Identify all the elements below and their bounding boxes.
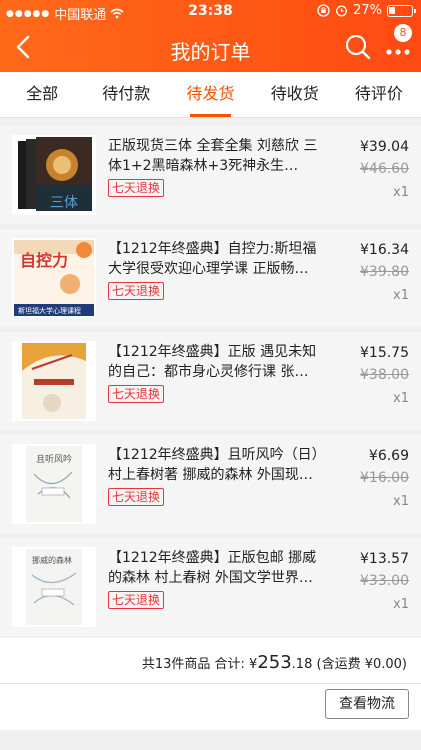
product-title: 【1212年终盛典】自控力:斯坦福大学很受欢迎心理学课 正版畅… [108, 241, 317, 277]
tab-pending-review[interactable]: 待评价 [337, 72, 421, 117]
header-bar: ●●●●● 中国联通 23:38 27% 我的订单 8 [0, 0, 421, 72]
product-image: 且听风吟 [12, 444, 96, 524]
yujian-cover-image [12, 341, 96, 421]
product-quantity: x1 [393, 185, 409, 200]
total-amount-decimal: .18 [291, 657, 313, 672]
rotation-lock-icon [317, 4, 330, 17]
product-image: 自控力 斯坦福大学心理课程 [12, 238, 96, 318]
view-logistics-button[interactable]: 查看物流 [325, 689, 409, 719]
total-amount-integer: 253 [257, 652, 292, 673]
zikongli-cover-image: 自控力 斯坦福大学心理课程 [12, 238, 96, 318]
bottom-spacer [0, 730, 421, 750]
product-price: ¥39.04 [360, 139, 409, 155]
message-count-badge: 8 [394, 24, 412, 42]
product-quantity: x1 [393, 391, 409, 406]
product-title: 【1212年终盛典】正版 遇见未知的自己：都市身心灵修行课 张… [108, 344, 317, 380]
product-title: 【1212年终盛典】正版包邮 挪威的森林 村上春树 外国文学世界… [108, 550, 317, 586]
item-count-text: 共13件商品 合计: [141, 657, 245, 672]
order-actions: 查看物流 [0, 684, 421, 730]
original-price: ¥39.80 [360, 264, 409, 280]
tab-all[interactable]: 全部 [0, 72, 84, 117]
battery-percent: 27% [353, 3, 382, 18]
product-price: ¥6.69 [368, 448, 409, 464]
tab-pending-receipt[interactable]: 待收货 [253, 72, 337, 117]
seven-day-return-tag: 七天退换 [108, 488, 165, 506]
search-icon[interactable] [344, 33, 372, 61]
order-tabs: 全部 待付款 待发货 待收货 待评价 [0, 72, 421, 118]
original-price: ¥46.60 [360, 161, 409, 177]
original-price: ¥38.00 [360, 367, 409, 383]
nav-bar: 我的订单 8 [0, 24, 421, 72]
product-quantity: x1 [393, 288, 409, 303]
nuowei-cover-image: 挪威的森林 [12, 547, 96, 627]
product-price: ¥16.34 [360, 242, 409, 258]
order-item[interactable]: 挪威的森林 【1212年终盛典】正版包邮 挪威的森林 村上春树 外国文学世界… … [0, 538, 421, 636]
product-image: 三体 [12, 135, 96, 215]
santi-cover-image: 三体 [12, 135, 96, 215]
product-title: 【1212年终盛典】且听风吟（日）村上春树著 挪威的森林 外国现… [108, 447, 326, 483]
cover-title-text: 挪威的森林 [32, 555, 72, 565]
seven-day-return-tag: 七天退换 [108, 179, 165, 197]
svg-text:三体: 三体 [50, 195, 78, 211]
product-quantity: x1 [393, 494, 409, 509]
seven-day-return-tag: 七天退换 [108, 282, 165, 300]
order-item[interactable]: 自控力 斯坦福大学心理课程 【1212年终盛典】自控力:斯坦福大学很受欢迎心理学… [0, 229, 421, 327]
tab-pending-payment[interactable]: 待付款 [84, 72, 168, 117]
shipping-fee-text: (含运费 ¥0.00) [316, 657, 408, 672]
order-item[interactable]: 【1212年终盛典】正版 遇见未知的自己：都市身心灵修行课 张… 七天退换 ¥1… [0, 332, 421, 430]
cover-title-text: 且听风吟 [36, 453, 72, 465]
tab-pending-shipment[interactable]: 待发货 [168, 72, 252, 117]
qietingfengyin-cover-image: 且听风吟 [12, 444, 96, 524]
order-summary: 共13件商品 合计: ¥253.18 (含运费 ¥0.00) [0, 638, 421, 684]
seven-day-return-tag: 七天退换 [108, 591, 165, 609]
cover-subtitle-text: 斯坦福大学心理课程 [18, 306, 81, 315]
cover-title-text: 自控力 [20, 251, 68, 270]
order-item[interactable]: 且听风吟 【1212年终盛典】且听风吟（日）村上春树著 挪威的森林 外国现… 七… [0, 435, 421, 533]
product-title: 正版现货三体 全套全集 刘慈欣 三体1+2黑暗森林+3死神永生… [108, 138, 318, 174]
product-price: ¥15.75 [360, 345, 409, 361]
seven-day-return-tag: 七天退换 [108, 385, 165, 403]
alarm-icon [336, 5, 348, 17]
order-item[interactable]: 三体 正版现货三体 全套全集 刘慈欣 三体1+2黑暗森林+3死神永生… 七天退换… [0, 126, 421, 224]
battery-icon [387, 4, 416, 17]
product-image [12, 341, 96, 421]
product-image: 挪威的森林 [12, 547, 96, 627]
original-price: ¥33.00 [360, 573, 409, 589]
original-price: ¥16.00 [360, 470, 409, 486]
product-quantity: x1 [393, 597, 409, 612]
product-price: ¥13.57 [360, 551, 409, 567]
status-bar: ●●●●● 中国联通 23:38 27% [0, 0, 421, 23]
